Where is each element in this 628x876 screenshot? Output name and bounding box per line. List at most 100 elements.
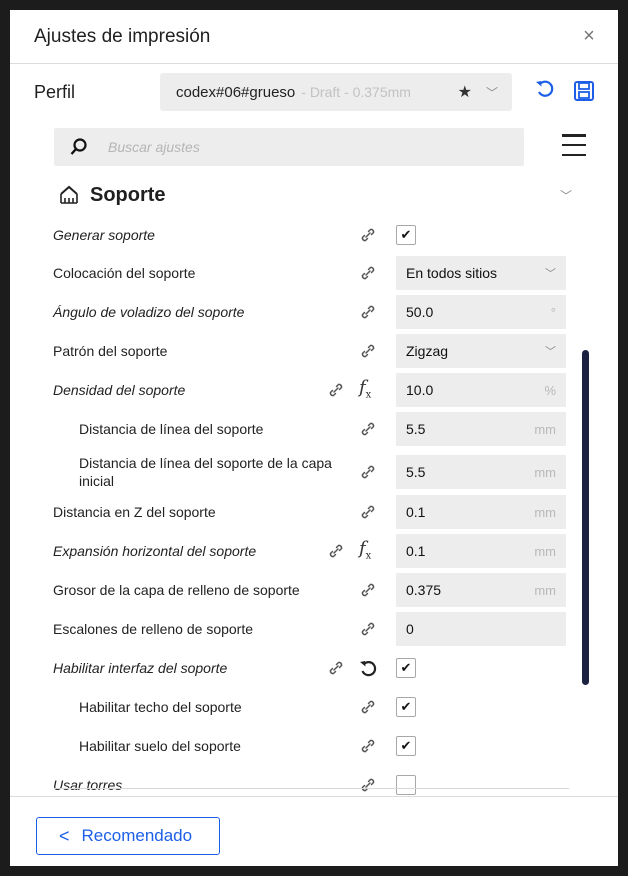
link-icon[interactable] bbox=[358, 502, 378, 522]
setting-row: Distancia de línea del soporte 5.5 mm bbox=[10, 410, 618, 448]
link-icon[interactable] bbox=[358, 775, 378, 795]
checkbox-icon[interactable] bbox=[396, 775, 416, 795]
setting-row: Habilitar techo del soporte ✔ bbox=[10, 688, 618, 726]
setting-row: Colocación del soporte En todos sitios ﹀ bbox=[10, 254, 618, 292]
reset-profile-button[interactable] bbox=[533, 78, 557, 106]
support-icon bbox=[60, 185, 78, 204]
field-unit: mm bbox=[534, 464, 556, 480]
field-value: 0 bbox=[406, 621, 414, 637]
setting-label: Habilitar interfaz del soporte bbox=[53, 660, 228, 676]
section-title: Soporte bbox=[90, 183, 166, 206]
support-horizontal-expansion-field[interactable]: 0.1 mm bbox=[396, 534, 566, 568]
checkbox-icon[interactable]: ✔ bbox=[396, 658, 416, 678]
setting-row: Densidad del soporte fx 10.0 % bbox=[10, 371, 618, 409]
setting-label: Densidad del soporte bbox=[53, 382, 186, 398]
field-value: 50.0 bbox=[406, 304, 434, 320]
link-icon[interactable] bbox=[358, 302, 378, 322]
chevron-left-icon: < bbox=[59, 825, 70, 846]
field-unit: mm bbox=[534, 582, 556, 598]
support-line-distance-field[interactable]: 5.5 mm bbox=[396, 412, 566, 446]
field-unit: mm bbox=[534, 421, 556, 437]
profile-name: codex#06#grueso bbox=[176, 83, 296, 101]
setting-label: Distancia de línea del soporte bbox=[79, 421, 264, 437]
search-input[interactable] bbox=[108, 139, 488, 155]
panel-title: Ajustes de impresión bbox=[34, 25, 211, 47]
reset-icon[interactable] bbox=[358, 658, 378, 678]
field-value: 0.375 bbox=[406, 582, 442, 598]
link-icon[interactable] bbox=[326, 541, 346, 561]
link-icon[interactable] bbox=[358, 619, 378, 639]
field-value: En todos sitios bbox=[406, 265, 498, 281]
setting-row: Expansión horizontal del soporte fx 0.1 … bbox=[10, 532, 618, 570]
profile-select[interactable]: codex#06#grueso - Draft - 0.375mm ★ ﹀ bbox=[160, 73, 512, 111]
save-icon bbox=[574, 81, 594, 101]
setting-row: Ángulo de voladizo del soporte 50.0 ° bbox=[10, 293, 618, 331]
setting-row: Distancia en Z del soporte 0.1 mm bbox=[10, 493, 618, 531]
initial-layer-line-distance-field[interactable]: 5.5 mm bbox=[396, 455, 566, 489]
field-value: 10.0 bbox=[406, 382, 434, 398]
function-icon[interactable]: fx bbox=[359, 377, 371, 401]
menu-icon[interactable] bbox=[562, 134, 586, 156]
chevron-down-icon: ﹀ bbox=[485, 85, 498, 100]
link-icon[interactable] bbox=[358, 697, 378, 717]
panel-footer: < Recomendado bbox=[10, 796, 618, 866]
link-icon[interactable] bbox=[326, 380, 346, 400]
setting-label: Escalones de relleno de soporte bbox=[53, 621, 254, 637]
panel-header: Ajustes de impresión × bbox=[10, 10, 618, 64]
setting-label: Distancia de línea del soporte de la cap… bbox=[79, 455, 332, 489]
support-infill-steps-field[interactable]: 0 bbox=[396, 612, 566, 646]
setting-label: Expansión horizontal del soporte bbox=[53, 543, 257, 559]
support-z-distance-field[interactable]: 0.1 mm bbox=[396, 495, 566, 529]
chevron-down-icon: ﹀ bbox=[545, 346, 556, 358]
setting-row: Generar soporte ✔ bbox=[10, 216, 618, 254]
link-icon[interactable] bbox=[358, 462, 378, 482]
setting-label: Habilitar techo del soporte bbox=[79, 699, 242, 715]
link-icon[interactable] bbox=[358, 580, 378, 600]
setting-label: Distancia en Z del soporte bbox=[53, 504, 216, 520]
recommended-label: Recomendado bbox=[81, 826, 193, 845]
profile-detail: - Draft - 0.375mm bbox=[301, 84, 411, 100]
field-value: 0.1 bbox=[406, 543, 426, 559]
checkbox-icon[interactable]: ✔ bbox=[396, 736, 416, 756]
field-value: Zigzag bbox=[406, 343, 449, 359]
setting-row: Distancia de línea del soporte de la cap… bbox=[10, 450, 618, 494]
field-unit: ° bbox=[550, 304, 556, 320]
support-infill-layer-thickness-field[interactable]: 0.375 mm bbox=[396, 573, 566, 607]
setting-label: Grosor de la capa de relleno de soporte bbox=[53, 582, 300, 598]
field-value: 5.5 bbox=[406, 464, 426, 480]
search-row bbox=[54, 128, 586, 166]
search-box[interactable] bbox=[54, 128, 524, 166]
field-value: 0.1 bbox=[406, 504, 426, 520]
search-icon bbox=[70, 138, 87, 155]
setting-row: Habilitar interfaz del soporte ✔ bbox=[10, 649, 618, 687]
recommended-button[interactable]: < Recomendado bbox=[36, 817, 220, 855]
star-icon[interactable]: ★ bbox=[458, 82, 472, 102]
field-value: 5.5 bbox=[406, 421, 426, 437]
profile-label: Perfil bbox=[34, 81, 76, 102]
close-icon[interactable]: × bbox=[578, 25, 600, 48]
checkbox-icon[interactable]: ✔ bbox=[396, 225, 416, 245]
save-profile-button[interactable] bbox=[573, 80, 597, 104]
support-density-field[interactable]: 10.0 % bbox=[396, 373, 566, 407]
link-icon[interactable] bbox=[358, 736, 378, 756]
link-icon[interactable] bbox=[358, 263, 378, 283]
setting-row: Habilitar suelo del soporte ✔ bbox=[10, 727, 618, 765]
support-angle-field[interactable]: 50.0 ° bbox=[396, 295, 566, 329]
link-icon[interactable] bbox=[326, 658, 346, 678]
setting-label: Patrón del soporte bbox=[53, 343, 168, 359]
setting-label: Generar soporte bbox=[53, 227, 155, 243]
link-icon[interactable] bbox=[358, 419, 378, 439]
support-pattern-select[interactable]: Zigzag ﹀ bbox=[396, 334, 566, 368]
link-icon[interactable] bbox=[358, 341, 378, 361]
link-icon[interactable] bbox=[358, 225, 378, 245]
setting-row: Grosor de la capa de relleno de soporte … bbox=[10, 571, 618, 609]
field-unit: mm bbox=[534, 543, 556, 559]
chevron-down-icon: ﹀ bbox=[545, 268, 556, 280]
scrollbar[interactable] bbox=[582, 350, 589, 685]
profile-row: Perfil codex#06#grueso - Draft - 0.375mm… bbox=[10, 70, 618, 114]
function-icon[interactable]: fx bbox=[359, 538, 371, 562]
section-header-soporte[interactable]: Soporte ﹀ bbox=[58, 178, 578, 212]
checkbox-icon[interactable]: ✔ bbox=[396, 697, 416, 717]
support-placement-select[interactable]: En todos sitios ﹀ bbox=[396, 256, 566, 290]
chevron-down-icon[interactable]: ﹀ bbox=[560, 187, 572, 204]
